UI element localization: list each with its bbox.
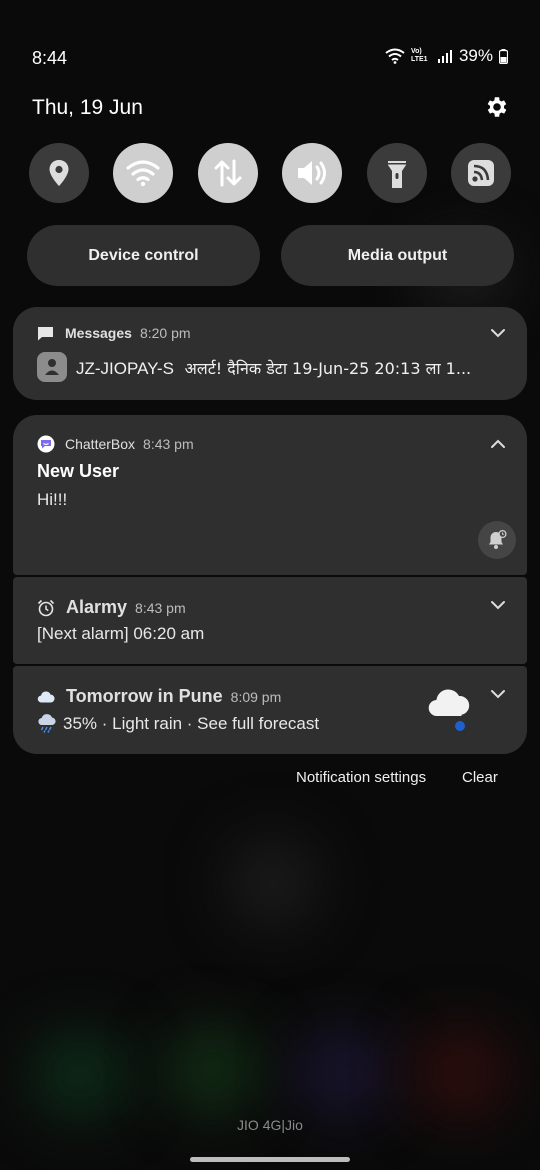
contact-avatar <box>37 352 67 382</box>
location-icon <box>49 160 69 186</box>
wifi-icon <box>126 160 160 187</box>
clear-button[interactable]: Clear <box>462 769 498 786</box>
cast-toggle[interactable] <box>450 143 511 203</box>
messages-content: JZ-JIOPAY-S अलर्ट! दैनिक डेटा 19-Jun-25 … <box>76 357 506 379</box>
rain-cloud-icon <box>38 714 56 733</box>
home-indicator[interactable] <box>190 1157 350 1162</box>
chevron-down-icon[interactable] <box>489 596 507 614</box>
cell-signal-icon <box>437 50 452 63</box>
quick-panel-pills: Device control Media output <box>27 225 514 286</box>
alarmy-time: 8:43 pm <box>135 599 186 616</box>
person-icon <box>45 359 59 375</box>
status-bar: 8:44 Vo) LTE1 39% <box>32 44 508 72</box>
alarmy-header: Alarmy 8:43 pm <box>37 597 186 618</box>
wallpaper-blob <box>295 1030 390 1115</box>
bell-snooze-icon <box>489 529 507 549</box>
flashlight-toggle[interactable] <box>366 143 427 203</box>
chevron-down-icon[interactable] <box>489 685 507 703</box>
messages-time: 8:20 pm <box>139 325 191 341</box>
chatterbox-body: Hi!!! <box>37 490 68 509</box>
carrier-label: JIO 4G|Jio <box>237 1117 303 1133</box>
battery-percent: 39% <box>458 46 493 65</box>
message-bubble-icon <box>38 326 53 340</box>
weather-time: 8:09 pm <box>230 688 282 705</box>
wallpaper-blob <box>165 1025 260 1115</box>
device-control-button[interactable]: Device control <box>27 225 260 286</box>
location-toggle[interactable] <box>29 143 89 203</box>
sound-toggle[interactable] <box>282 143 343 203</box>
battery-icon <box>499 48 508 64</box>
messages-app-name: Messages <box>65 325 132 341</box>
chatterbox-header: ChatterBox 8:43 pm <box>37 435 194 453</box>
weather-app-name: Tomorrow in Pune <box>66 686 223 706</box>
cloud-icon <box>37 691 55 703</box>
messages-header: Messages 8:20 pm <box>37 325 191 341</box>
wifi-toggle[interactable] <box>113 143 174 203</box>
volte-label: Vo) LTE1 <box>410 48 428 63</box>
status-icons: Vo) LTE1 39% <box>385 46 508 66</box>
weather-body-row: 35% · Light rain · See full forecast <box>37 714 319 734</box>
weather-header: Tomorrow in Pune 8:09 pm <box>37 686 281 707</box>
chatterbox-notification[interactable]: ChatterBox 8:43 pm New User Hi!!! <box>13 415 527 575</box>
date-label: Thu, 19 Jun <box>32 96 143 119</box>
media-output-button[interactable]: Media output <box>281 225 514 286</box>
flashlight-icon <box>387 161 406 188</box>
alarmy-body: [Next alarm] 06:20 am <box>37 624 205 643</box>
wallpaper-blob <box>225 835 320 930</box>
chevron-down-icon[interactable] <box>489 324 507 342</box>
mobile-data-icon <box>214 159 242 187</box>
mobile-data-toggle[interactable] <box>197 143 258 203</box>
notification-settings-button[interactable]: Notification settings <box>296 769 426 786</box>
quick-settings-row <box>29 143 511 203</box>
weather-notification[interactable]: Tomorrow in Pune 8:09 pm 35% · Light rai… <box>13 666 527 754</box>
alarmy-notification[interactable]: Alarmy 8:43 pm [Next alarm] 06:20 am <box>13 577 527 664</box>
chatterbox-title: New User <box>37 461 120 481</box>
weather-large-icon <box>428 689 470 731</box>
chatterbox-app-icon <box>37 435 55 453</box>
wallpaper-blob <box>30 1030 130 1120</box>
cast-icon <box>467 160 494 186</box>
chatterbox-time: 8:43 pm <box>143 436 194 452</box>
wallpaper-blob <box>410 1025 510 1120</box>
settings-gear-icon[interactable] <box>484 94 510 120</box>
wifi-status-icon <box>385 48 405 64</box>
sound-icon <box>298 161 327 185</box>
alarmy-app-name: Alarmy <box>66 597 128 617</box>
date-row: Thu, 19 Jun <box>32 94 510 126</box>
alarm-clock-icon <box>37 599 55 616</box>
messages-notification[interactable]: Messages 8:20 pm JZ-JIOPAY-S अलर्ट! दैनि… <box>13 307 527 400</box>
chatterbox-app-name: ChatterBox <box>65 436 136 452</box>
weather-body: 35% · Light rain · See full forecast <box>63 714 320 733</box>
messages-sender: JZ-JIOPAY-S <box>76 359 174 378</box>
notification-bell-button[interactable] <box>478 521 516 559</box>
messages-preview: अलर्ट! दैनिक डेटा 19-Jun-25 20:13 ला 1..… <box>184 359 472 378</box>
chevron-up-icon[interactable] <box>489 435 507 453</box>
status-time: 8:44 <box>32 48 68 68</box>
